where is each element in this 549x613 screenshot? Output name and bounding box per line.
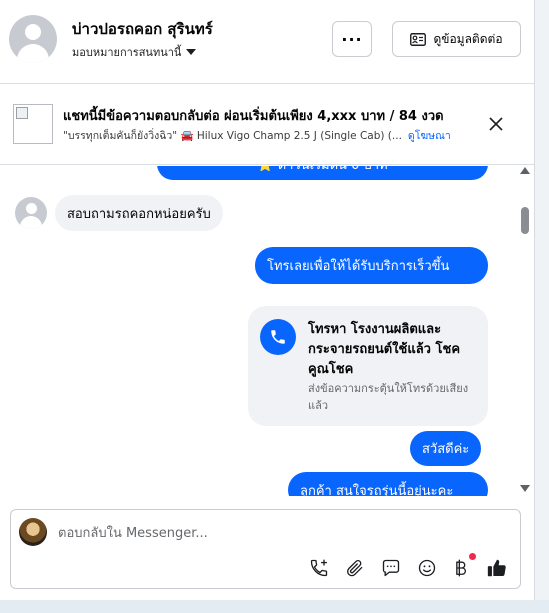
contact-info-label: ดูข้อมูลติดต่อ [433,31,503,46]
assign-label: มอบหมายการสนทนานี้ [72,46,182,59]
window-edge [535,0,549,600]
call-card-subtitle: ส่งข้อความกระตุ้นให้โทรด้วยเสียงแล้ว [308,382,469,412]
assign-conversation-dropdown[interactable]: มอบหมายการสนทนานี้ [72,43,197,61]
attach-file-button[interactable] [343,556,367,580]
conversation-panel: บ่าวปอรถคอก สุรินทร์ มอบหมายการสนทนานี้ … [0,0,535,600]
message-outgoing[interactable]: โทรเลยเพื่อให้ได้รับบริการเร็วขึ้น [255,247,488,284]
message-outgoing[interactable]: สวัสดีค่ะ [410,431,482,466]
ad-thumbnail[interactable] [13,104,53,144]
ad-reply-banner: แชทนี้มีข้อความตอบกลับต่อ ผ่อนเริ่มต้นเพ… [0,85,535,165]
ad-title: แชทนี้มีข้อความตอบกลับต่อ ผ่อนเริ่มต้นเพ… [63,109,444,124]
scrollbar-thumb[interactable] [521,207,529,234]
ad-subtitle: "บรรทุกเต็มคันก็ยังวิ่งฉิว" 🚘 Hilux Vigo… [63,130,402,142]
message-outgoing[interactable]: ลูกค้า สนใจรถรุ่นนี้อยู่นะคะ [288,472,488,496]
message-outgoing-partial: ⭐ ดาวน์เริ่มต้น 0 บาท [157,166,488,180]
close-icon [489,117,503,131]
conversation-header: บ่าวปอรถคอก สุรินทร์ มอบหมายการสนทนานี้ … [0,0,535,84]
window-edge-bottom [0,600,549,613]
saved-replies-button[interactable] [379,556,403,580]
contact-name[interactable]: บ่าวปอรถคอก สุรินทร์ [72,17,213,41]
call-add-button[interactable] [307,556,331,580]
sender-avatar[interactable] [15,197,47,229]
call-request-card[interactable]: โทรหา โรงงานผลิตและกระจายรถยนต์ใช้แล้ว โ… [248,306,488,426]
close-banner-button[interactable] [485,113,507,135]
person-icon [26,203,37,214]
scroll-down-arrow[interactable] [520,485,530,492]
call-add-icon [310,559,328,577]
broken-image-icon [16,107,28,119]
user-avatar [19,518,47,546]
message-list[interactable]: ⭐ ดาวน์เริ่มต้น 0 บาท สอบถามรถคอกหน่อยคร… [0,166,535,496]
contact-avatar[interactable] [9,15,57,63]
contact-card-icon [410,32,427,46]
smiley-icon [418,559,436,577]
call-card-title: โทรหา โรงงานผลิตและกระจายรถยนต์ใช้แล้ว โ… [308,322,461,377]
phone-icon [260,319,296,355]
reply-composer [10,509,521,589]
thumbs-up-icon [487,559,506,577]
ellipsis-icon: ··· [341,29,363,49]
person-icon [25,24,41,40]
notification-dot [469,553,476,560]
like-button[interactable] [485,556,509,580]
chat-bubble-icon [382,559,400,577]
view-ad-link[interactable]: ดูโฆษณา [408,127,451,144]
paperclip-icon [347,559,363,577]
scroll-up-arrow[interactable] [520,167,530,174]
emoji-button[interactable] [415,556,439,580]
view-contact-info-button[interactable]: ดูข้อมูลติดต่อ [392,21,521,57]
payment-button[interactable] [449,556,473,580]
baht-icon [456,559,466,577]
message-incoming[interactable]: สอบถามรถคอกหน่อยครับ [55,195,223,231]
more-options-button[interactable]: ··· [332,21,372,57]
reply-input[interactable] [58,524,498,542]
ad-subtitle-row: "บรรทุกเต็มคันก็ยังวิ่งฉิว" 🚘 Hilux Vigo… [63,127,451,144]
chevron-down-icon [186,49,197,55]
